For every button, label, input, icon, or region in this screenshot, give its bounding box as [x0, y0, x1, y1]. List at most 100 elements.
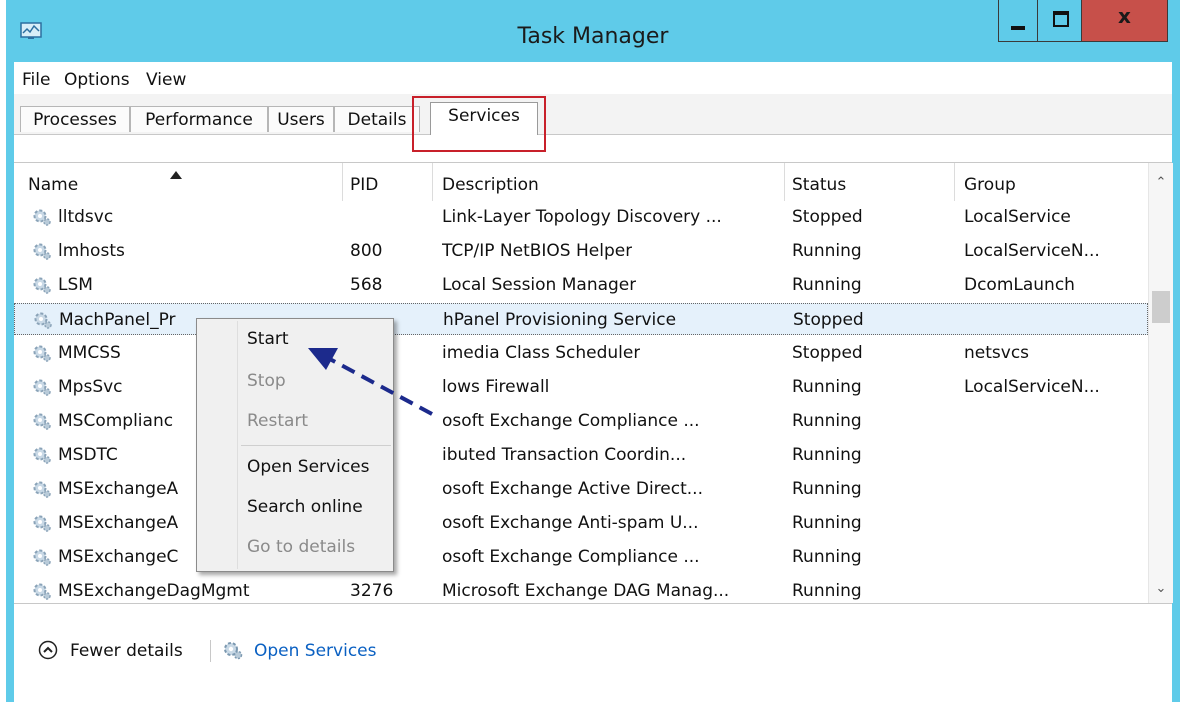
context-menu: Start Stop Restart Open Services Search …	[196, 318, 394, 572]
column-description[interactable]: Description	[442, 175, 539, 195]
table-row[interactable]: MSExchangeDagMgmt 3276 Microsoft Exchange …	[14, 575, 1148, 607]
column-separator[interactable]	[954, 163, 955, 201]
gear-icon	[33, 345, 51, 362]
cell-status: Running	[792, 241, 862, 261]
context-search-online[interactable]: Search online	[247, 497, 363, 517]
context-open-services[interactable]: Open Services	[247, 457, 370, 477]
table-row[interactable]: MSComplianc osoft Exchange Compliance ...…	[14, 405, 1148, 437]
context-go-to-details: Go to details	[247, 537, 356, 557]
cell-name: MSExchangeA	[58, 479, 179, 499]
cell-status: Stopped	[792, 207, 863, 227]
cell-name: LSM	[58, 275, 93, 295]
cell-name: MSExchangeC	[58, 547, 179, 567]
chevron-down-icon[interactable]: ⌄	[1149, 581, 1173, 596]
table-row[interactable]: MSExchangeA osoft Exchange Anti-spam U...…	[14, 507, 1148, 539]
cell-name: lmhosts	[58, 241, 125, 261]
cell-name: MSComplianc	[58, 411, 174, 431]
cell-description: hPanel Provisioning Service	[443, 310, 677, 330]
maximize-button[interactable]	[1038, 0, 1082, 42]
context-menu-gutter	[237, 321, 238, 569]
menu-options[interactable]: Options	[64, 70, 130, 90]
cell-name: MSExchangeA	[58, 513, 179, 533]
column-status[interactable]: Status	[792, 175, 846, 195]
close-icon: x	[1118, 4, 1131, 28]
gear-icon	[33, 243, 51, 260]
scrollbar-thumb[interactable]	[1152, 291, 1170, 323]
close-button[interactable]: x	[1082, 0, 1168, 42]
cell-status: Running	[792, 581, 862, 601]
cell-pid: 800	[350, 241, 383, 261]
cell-status: Running	[792, 547, 862, 567]
cell-name: MMCSS	[58, 343, 121, 363]
cell-status: Running	[792, 411, 862, 431]
table-row[interactable]: MpsSvc lows Firewall Running LocalServiceN.…	[14, 371, 1148, 403]
menu-file[interactable]: File	[22, 70, 50, 90]
context-restart: Restart	[247, 411, 309, 431]
task-manager-window: Task Manager x File Options View Process…	[6, 0, 1180, 702]
column-group[interactable]: Group	[964, 175, 1016, 195]
tab-users[interactable]: Users	[268, 106, 334, 132]
table-row[interactable]: lltdsvc Link-Layer Topology Discovery ...…	[14, 201, 1148, 233]
menu-view[interactable]: View	[146, 70, 186, 90]
minimize-button[interactable]	[998, 0, 1038, 42]
cell-description: imedia Class Scheduler	[442, 343, 641, 363]
title-bar[interactable]: Task Manager x	[6, 0, 1180, 62]
table-row[interactable]: MMCSS imedia Class Scheduler Stopped netsvc…	[14, 337, 1148, 369]
cell-status: Stopped	[793, 310, 864, 330]
chevron-up-icon[interactable]: ⌃	[1149, 175, 1173, 190]
table-row[interactable]: MSDTC ibuted Transaction Coordin... Runnin…	[14, 439, 1148, 471]
tab-processes[interactable]: Processes	[20, 106, 130, 132]
table-row[interactable]: LSM 568 Local Session Manager Running DcomLa…	[14, 269, 1148, 301]
cell-name: MSExchangeDagMgmt	[58, 581, 250, 601]
maximize-icon	[1053, 11, 1069, 27]
cell-group: LocalServiceN...	[964, 241, 1100, 261]
cell-description: TCP/IP NetBIOS Helper	[442, 241, 633, 261]
gear-icon	[33, 209, 51, 226]
gear-icon	[33, 447, 51, 464]
tab-strip: Processes Performance Users Details Serv…	[14, 94, 1172, 135]
minimize-icon	[1011, 26, 1025, 30]
column-separator[interactable]	[432, 163, 433, 201]
fewer-details-link[interactable]: Fewer details	[70, 641, 183, 661]
column-pid[interactable]: PID	[350, 175, 378, 195]
menu-bar: File Options View	[14, 62, 1172, 94]
gear-icon	[224, 642, 243, 660]
footer-divider	[210, 640, 211, 662]
gear-icon	[33, 277, 51, 294]
context-start[interactable]: Start	[247, 329, 289, 349]
client-area: File Options View Processes Performance …	[14, 62, 1173, 702]
gear-icon	[33, 379, 51, 396]
gear-icon	[33, 413, 51, 430]
cell-pid: 3276	[350, 581, 394, 601]
cell-status: Running	[792, 377, 862, 397]
fewer-details-icon[interactable]	[38, 640, 58, 660]
table-header: Name PID Description Status Group	[14, 163, 1172, 201]
cell-group: LocalService	[964, 207, 1071, 227]
gear-icon	[33, 583, 51, 600]
column-separator[interactable]	[342, 163, 343, 201]
table-row[interactable]: MSExchangeA osoft Exchange Active Direct.…	[14, 473, 1148, 505]
cell-group: DcomLaunch	[964, 275, 1075, 295]
cell-name: MSDTC	[58, 445, 118, 465]
column-name[interactable]: Name	[28, 175, 78, 195]
footer: Fewer details Open Services	[14, 622, 1172, 682]
tab-details[interactable]: Details	[334, 106, 420, 132]
gear-icon	[33, 515, 51, 532]
table-row[interactable]: lmhosts 800 TCP/IP NetBIOS Helper Running Lo…	[14, 235, 1148, 267]
cell-description: osoft Exchange Compliance ...	[442, 411, 700, 431]
gear-icon	[34, 312, 52, 329]
column-separator[interactable]	[784, 163, 785, 201]
tab-performance[interactable]: Performance	[130, 106, 268, 132]
cell-status: Running	[792, 275, 862, 295]
cell-description: ibuted Transaction Coordin...	[442, 445, 687, 465]
cell-status: Running	[792, 513, 862, 533]
table-row[interactable]: MachPanel_Pr hPanel Provisioning Service S…	[14, 303, 1148, 335]
vertical-scrollbar[interactable]: ⌃ ⌄	[1148, 163, 1173, 603]
sort-up-icon	[170, 171, 182, 179]
context-stop: Stop	[247, 371, 286, 391]
cell-description: osoft Exchange Active Direct...	[442, 479, 703, 499]
open-services-link[interactable]: Open Services	[254, 641, 377, 661]
table-row[interactable]: MSExchangeC osoft Exchange Compliance ...…	[14, 541, 1148, 573]
cell-pid: 568	[350, 275, 383, 295]
services-table: Name PID Description Status Group lltdsv…	[14, 162, 1173, 607]
